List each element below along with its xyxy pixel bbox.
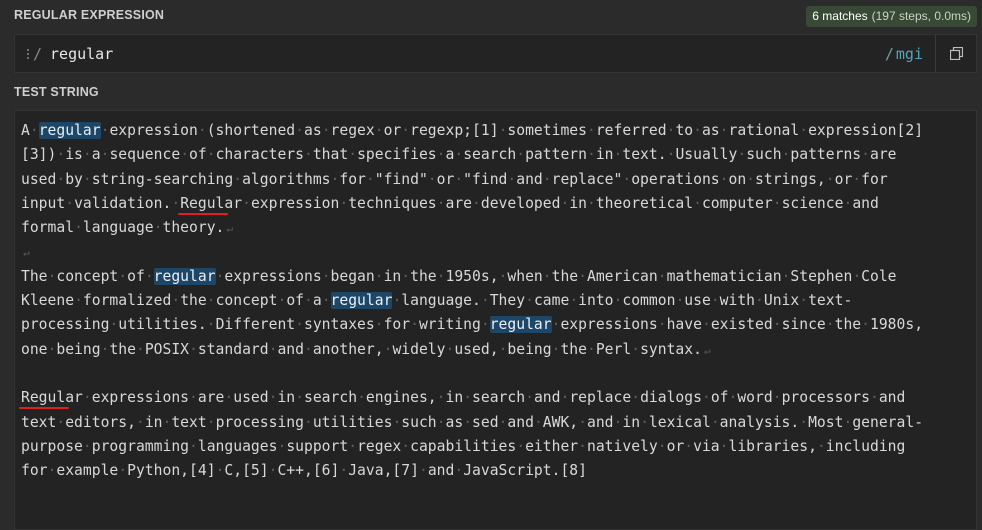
test-string-line: Kleene·formalized·the·concept·of·a·regul…	[21, 292, 853, 310]
test-string-line: formal·language·theory. ↵	[21, 219, 234, 237]
regex-delimiter-close: /	[884, 44, 894, 63]
test-string-line: text·editors,·in·text·processing·utiliti…	[21, 413, 924, 431]
regex-match-underlined: Regular	[180, 194, 243, 212]
regex-pattern-input[interactable]: regular	[50, 45, 885, 63]
test-string-line: for·example·Python,[4]·C,[5]·C++,[6]·Jav…	[21, 462, 587, 480]
test-string-line: purpose·programming·languages·support·re…	[21, 437, 906, 455]
test-string-section-label: TEST STRING	[14, 85, 99, 99]
regex-delimiter-open: /	[33, 44, 43, 63]
newline-icon: ↵	[703, 343, 711, 357]
copy-icon	[949, 47, 963, 60]
test-string-line: Regular·expressions·are·used·in·search·e…	[21, 389, 906, 407]
test-string-line: ↵	[21, 240, 976, 264]
match-info-badge: 6 matches (197 steps, 0.0ms)	[806, 6, 977, 27]
test-string-line: input·validation.·Regular·expression·tec…	[21, 194, 879, 212]
regex-match-highlight: regular	[38, 122, 101, 139]
regex-match-highlight: regular	[153, 267, 216, 285]
drag-handle-icon[interactable]	[25, 48, 31, 59]
regex-match-highlight: regular	[489, 316, 552, 334]
test-string-line: The·concept·of·regular·expressions·began…	[21, 267, 897, 285]
regex-flags[interactable]: mgi	[896, 45, 923, 63]
newline-icon: ↵	[23, 246, 30, 260]
regex-match-highlight: regular	[330, 292, 393, 310]
newline-icon: ↵	[226, 222, 234, 236]
test-string-line: one·being·the·POSIX·standard·and·another…	[21, 340, 711, 358]
regex-input-box[interactable]: / regular / mgi	[14, 34, 977, 73]
test-string-line: A·regular·expression·(shortened·as·regex…	[21, 122, 924, 139]
test-string-line: processing·utilities.·Different·syntaxes…	[21, 316, 924, 334]
regex-match-underlined: Regular	[21, 389, 83, 407]
test-string-line	[21, 362, 976, 386]
match-steps: (197 steps, 0.0ms)	[871, 9, 971, 23]
regex-section-label: REGULAR EXPRESSION	[14, 8, 165, 22]
match-count: 6 matches	[812, 9, 868, 23]
test-string-editor[interactable]: A·regular·expression·(shortened·as·regex…	[14, 110, 977, 530]
test-string-line: used·by·string-searching·algorithms·for·…	[21, 170, 888, 188]
copy-button[interactable]	[935, 35, 976, 72]
test-string-line: [3])·is·a·sequence·of·characters·that·sp…	[21, 146, 897, 164]
